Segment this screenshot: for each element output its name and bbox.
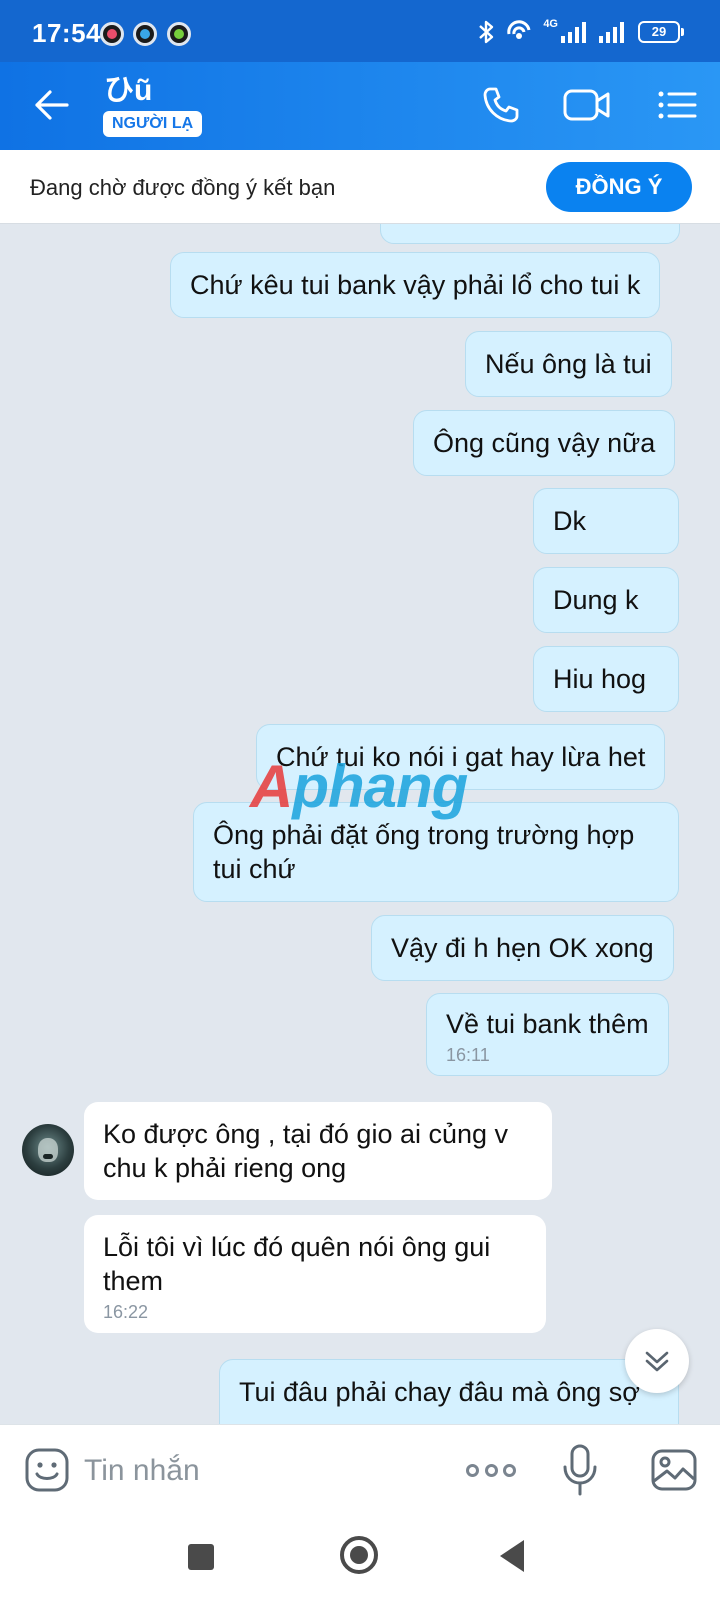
contact-name[interactable]: ひũ xyxy=(104,74,152,108)
system-back-button[interactable] xyxy=(500,1540,524,1572)
message-text-line: chu k phải rieng ong xyxy=(103,1153,347,1183)
message-bubble-partial[interactable] xyxy=(380,224,680,244)
message-text: Về tui bank thêm xyxy=(446,1009,649,1039)
notification-app-icon xyxy=(167,22,191,46)
message-composer xyxy=(0,1424,720,1514)
microphone-icon xyxy=(563,1444,597,1496)
message-text: Dk xyxy=(553,506,586,536)
status-indicators: 4G 29 xyxy=(477,18,684,46)
friend-request-bar: Đang chờ được đồng ý kết bạn ĐỒNG Ý xyxy=(0,150,720,224)
recent-apps-button[interactable] xyxy=(188,1544,214,1570)
home-button[interactable] xyxy=(340,1536,378,1574)
arrow-left-icon xyxy=(35,90,69,120)
emoji-button[interactable] xyxy=(24,1447,70,1493)
notification-app-icon xyxy=(133,22,157,46)
message-text: Nếu ông là tui xyxy=(485,349,652,379)
message-text: Chứ kêu tui bank vậy phải lổ cho tui k xyxy=(190,270,641,300)
message-bubble[interactable]: Về tui bank thêm 16:11 xyxy=(426,993,669,1076)
message-bubble[interactable]: Vậy đi h hẹn OK xong xyxy=(371,915,674,981)
bluetooth-icon xyxy=(479,20,494,44)
dot xyxy=(466,1463,479,1477)
send-image-button[interactable] xyxy=(650,1447,698,1493)
signal-icon xyxy=(599,22,624,43)
message-timestamp: 16:11 xyxy=(446,1045,490,1065)
dot xyxy=(503,1463,516,1477)
message-text-line: Ông phải đặt ống trong trường hợp xyxy=(213,820,635,850)
message-text-line: them xyxy=(103,1266,164,1296)
chat-header: ひũ NGƯỜI LẠ xyxy=(0,62,720,150)
video-call-button[interactable] xyxy=(562,80,612,130)
message-list[interactable]: Chứ kêu tui bank vậy phải lổ cho tui k N… xyxy=(0,224,720,1424)
message-bubble[interactable]: Ông cũng vậy nữa xyxy=(413,410,676,476)
message-text: Tui đâu phải chay đâu mà ông sợ xyxy=(239,1377,640,1407)
accept-friend-button[interactable]: ĐỒNG Ý xyxy=(546,162,692,212)
notification-app-icon xyxy=(100,22,124,46)
message-bubble[interactable]: Dung k xyxy=(533,567,679,633)
message-text: Ông cũng vậy nữa xyxy=(433,428,656,458)
message-bubble[interactable]: Dk xyxy=(533,488,679,554)
watermark-logo: Aphang xyxy=(250,753,468,820)
hotspot-icon xyxy=(507,20,531,39)
list-menu-icon xyxy=(658,91,697,119)
message-bubble-received[interactable]: Lỗi tôi vì lúc đó quên nói ông gui them … xyxy=(84,1215,546,1333)
chevron-double-down-icon xyxy=(645,1351,669,1372)
message-text-line: tui chứ xyxy=(213,854,296,884)
image-icon xyxy=(651,1449,697,1491)
message-bubble-received[interactable]: Ko được ông , tại đó gio ai củng v chu k… xyxy=(84,1102,552,1200)
battery-icon: 29 xyxy=(638,21,684,43)
message-text: Hiu hog xyxy=(553,664,647,694)
network-type: 4G xyxy=(543,18,558,30)
voice-message-button[interactable] xyxy=(560,1443,600,1497)
voice-call-button[interactable] xyxy=(476,80,526,130)
message-text-line: Lỗi tôi vì lúc đó quên nói ông gui xyxy=(103,1232,491,1262)
message-timestamp: 16:22 xyxy=(103,1302,149,1322)
more-options-button[interactable] xyxy=(466,1455,516,1485)
message-bubble[interactable]: Chứ kêu tui bank vậy phải lổ cho tui k xyxy=(170,252,661,318)
message-text: Vậy đi h hẹn OK xong xyxy=(391,933,654,963)
message-input[interactable] xyxy=(84,1451,424,1491)
phone-icon xyxy=(483,87,519,123)
message-bubble[interactable]: Nếu ông là tui xyxy=(465,331,672,397)
friend-request-status: Đang chờ được đồng ý kết bạn xyxy=(30,175,336,200)
chat-options-button[interactable] xyxy=(652,80,702,130)
back-button[interactable] xyxy=(28,82,74,128)
emoji-icon xyxy=(25,1448,69,1492)
message-bubble[interactable]: Tui đâu phải chay đâu mà ông sợ xyxy=(219,1359,679,1424)
message-text-line: Ko được ông , tại đó gio ai củng v xyxy=(103,1119,509,1149)
stranger-badge: NGƯỜI LẠ xyxy=(103,111,203,137)
status-time: 17:54 xyxy=(32,18,101,48)
scroll-to-bottom-button[interactable] xyxy=(625,1329,689,1393)
video-camera-icon xyxy=(563,89,610,121)
message-bubble[interactable]: Hiu hog xyxy=(533,646,679,712)
contact-avatar[interactable] xyxy=(22,1124,74,1176)
battery-level: 29 xyxy=(651,24,667,39)
signal-icon xyxy=(561,22,586,43)
message-text: Dung k xyxy=(553,585,639,615)
status-bar: 17:54 4G 29 xyxy=(0,0,720,62)
system-navigation-bar xyxy=(0,1514,720,1600)
dot xyxy=(484,1463,498,1477)
